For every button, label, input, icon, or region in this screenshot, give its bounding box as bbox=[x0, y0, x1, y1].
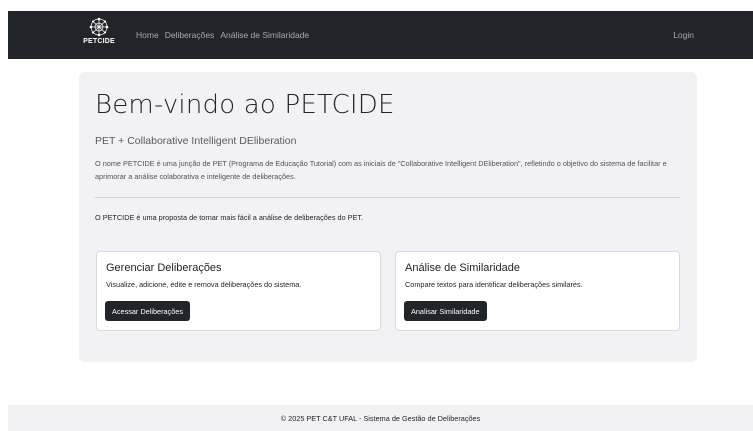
analisar-similaridade-button[interactable]: Analisar Similaridade bbox=[404, 301, 487, 321]
footer-text: © 2025 PET C&T UFAL - Sistema de Gestão … bbox=[280, 413, 481, 423]
card-analise-similaridade: Análise de Similaridade Compare textos p… bbox=[395, 251, 680, 331]
hero-description: O nome PETCIDE é uma junção de PET (Prog… bbox=[95, 159, 667, 181]
hero-subtitle: PET + Collaborative Intelligent DElibera… bbox=[95, 135, 297, 147]
nav-link-analise-similaridade[interactable]: Análise de Similaridade bbox=[220, 30, 309, 40]
network-logo-icon bbox=[89, 17, 109, 37]
nav-link-home[interactable]: Home bbox=[136, 30, 159, 40]
login-link[interactable]: Login bbox=[673, 11, 694, 59]
footer: © 2025 PET C&T UFAL - Sistema de Gestão … bbox=[8, 405, 753, 431]
card-title: Gerenciar Deliberações bbox=[106, 262, 222, 274]
divider bbox=[95, 197, 680, 198]
nav-link-deliberacoes[interactable]: Deliberações bbox=[165, 30, 215, 40]
card-title: Análise de Similaridade bbox=[405, 262, 520, 274]
acessar-deliberacoes-button[interactable]: Acessar Deliberações bbox=[105, 301, 190, 321]
card-gerenciar-deliberacoes: Gerenciar Deliberações Visualize, adicio… bbox=[96, 251, 381, 331]
brand-logo[interactable]: PETCIDE bbox=[82, 17, 116, 53]
card-text: Compare textos para identificar delibera… bbox=[405, 280, 583, 289]
hero-section: Bem-vindo ao PETCIDE PET + Collaborative… bbox=[79, 72, 697, 362]
brand-name: PETCIDE bbox=[83, 38, 115, 45]
navbar: PETCIDE Home Deliberações Análise de Sim… bbox=[8, 11, 753, 59]
card-text: Visualize, adicione, edite e remova deli… bbox=[106, 280, 302, 289]
page-title: Bem-vindo ao PETCIDE bbox=[95, 90, 395, 120]
nav-links: Home Deliberações Análise de Similaridad… bbox=[136, 11, 309, 59]
hero-lead: O PETCIDE é uma proposta de tornar mais … bbox=[95, 213, 364, 222]
